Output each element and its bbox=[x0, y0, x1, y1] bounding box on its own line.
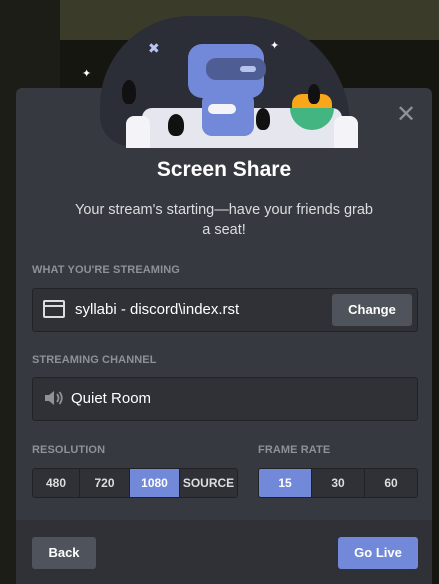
resolution-option-1080[interactable]: 1080 bbox=[130, 469, 180, 497]
resolution-selector: 480 720 1080 SOURCE bbox=[32, 468, 238, 498]
modal-subtitle: Your stream's starting—have your friends… bbox=[74, 202, 373, 238]
window-icon bbox=[43, 300, 65, 318]
critter-illustration bbox=[256, 108, 270, 130]
resolution-option-480[interactable]: 480 bbox=[33, 469, 80, 497]
critter-illustration bbox=[168, 114, 184, 136]
sparkle-icon: ✖ bbox=[148, 41, 160, 57]
sparkle-icon: ✦ bbox=[82, 67, 92, 80]
critter-illustration bbox=[122, 80, 136, 104]
streaming-source-name: syllabi - discord\index.rst bbox=[75, 301, 240, 318]
frame-rate-option-15[interactable]: 15 bbox=[259, 469, 312, 497]
go-live-button[interactable]: Go Live bbox=[338, 537, 418, 569]
frame-rate-label: FRAME RATE bbox=[258, 444, 331, 456]
frame-rate-selector: 15 30 60 bbox=[258, 468, 418, 498]
streaming-channel-field[interactable]: Quiet Room bbox=[32, 377, 418, 421]
streaming-channel-label: STREAMING CHANNEL bbox=[32, 354, 157, 366]
modal-title: Screen Share bbox=[156, 158, 292, 181]
resolution-option-source[interactable]: SOURCE bbox=[180, 469, 237, 497]
frame-rate-option-60[interactable]: 60 bbox=[365, 469, 417, 497]
critter-illustration bbox=[308, 84, 320, 104]
back-button[interactable]: Back bbox=[32, 537, 96, 569]
game-controller-illustration bbox=[208, 104, 236, 114]
resolution-label: RESOLUTION bbox=[32, 444, 106, 456]
channel-name: Quiet Room bbox=[71, 390, 152, 407]
robot-body-illustration bbox=[202, 92, 254, 136]
close-icon[interactable]: ✕ bbox=[394, 102, 418, 126]
streaming-source-label: WHAT YOU'RE STREAMING bbox=[32, 264, 180, 276]
sofa-arm-right bbox=[334, 116, 358, 148]
frame-rate-option-30[interactable]: 30 bbox=[312, 469, 365, 497]
change-source-button[interactable]: Change bbox=[332, 294, 412, 326]
sparkle-icon: ✦ bbox=[270, 39, 280, 52]
resolution-option-720[interactable]: 720 bbox=[80, 469, 130, 497]
hero-illustration: ✖ ✦ ✦ bbox=[60, 8, 380, 148]
sofa-arm-left bbox=[126, 116, 150, 148]
speaker-icon bbox=[45, 391, 63, 405]
robot-visor-illustration bbox=[206, 58, 266, 80]
robot-eye-illustration bbox=[240, 66, 256, 72]
